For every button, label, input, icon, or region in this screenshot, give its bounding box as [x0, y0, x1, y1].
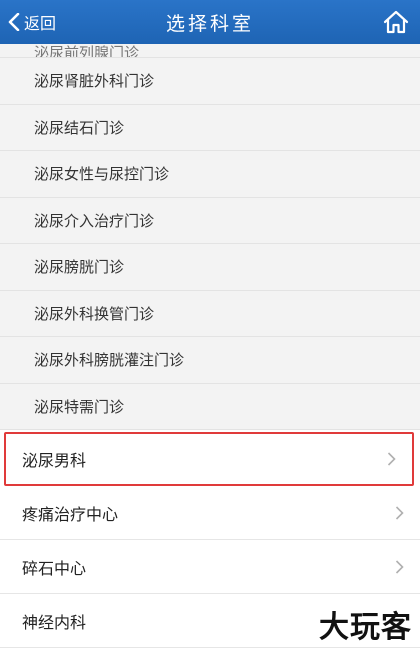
sub-department-item[interactable]: 泌尿膀胱门诊 [0, 244, 420, 291]
sub-department-item[interactable]: 泌尿外科换管门诊 [0, 291, 420, 337]
sub-department-item[interactable]: 泌尿特需门诊 [0, 384, 420, 430]
department-item-lithotripsy-center[interactable]: 碎石中心 [0, 540, 420, 594]
sub-department-item[interactable]: 泌尿肾脏外科门诊 [0, 58, 420, 105]
chevron-right-icon [395, 559, 404, 574]
sub-department-item[interactable]: 泌尿外科膀胱灌注门诊 [0, 337, 420, 384]
sub-department-item[interactable]: 泌尿结石门诊 [0, 105, 420, 151]
department-list[interactable]: 泌尿前列腺门诊 泌尿肾脏外科门诊 泌尿结石门诊 泌尿女性与尿控门诊 泌尿介入治疗… [0, 44, 420, 650]
sub-department-list: 泌尿前列腺门诊 泌尿肾脏外科门诊 泌尿结石门诊 泌尿女性与尿控门诊 泌尿介入治疗… [0, 44, 420, 430]
department-item-urology-andrology[interactable]: 泌尿男科 [4, 432, 414, 486]
page-title: 选择科室 [165, 12, 254, 35]
home-icon[interactable] [382, 8, 410, 36]
navigation-bar: 返回 选择科室 [0, 0, 420, 44]
chevron-right-icon [387, 452, 396, 466]
sub-department-item[interactable]: 泌尿女性与尿控门诊 [0, 151, 420, 198]
department-item-pain-center[interactable]: 疼痛治疗中心 [0, 486, 420, 540]
sub-department-item[interactable]: 泌尿前列腺门诊 [0, 44, 420, 58]
sub-department-item[interactable]: 泌尿介入治疗门诊 [0, 198, 420, 244]
chevron-right-icon [395, 505, 404, 520]
watermark-logo: 大玩客 [319, 610, 412, 645]
